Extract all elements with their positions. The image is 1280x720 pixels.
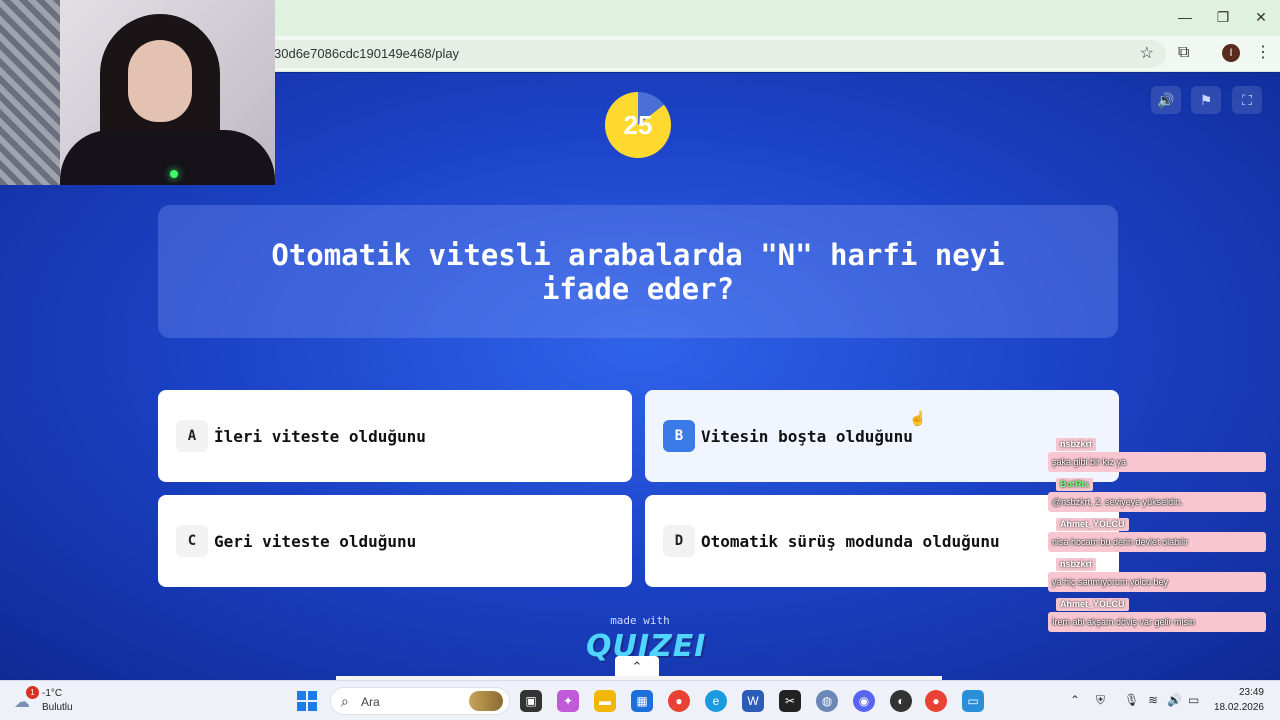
answer-letter: B bbox=[663, 420, 695, 452]
answer-text: İleri viteste olduğunu bbox=[214, 426, 426, 446]
chat-message: Ahmet_YOLCU İrem abi akşam döviş var gel… bbox=[1048, 598, 1268, 638]
chrome-icon[interactable]: ● bbox=[668, 690, 690, 712]
battery-icon[interactable]: ▭ bbox=[1188, 693, 1199, 707]
answer-text: Vitesin boşta olduğunu bbox=[701, 426, 913, 446]
webcam-green-light bbox=[170, 170, 178, 178]
countdown-timer: 25 bbox=[605, 92, 671, 158]
clock-date[interactable]: 18.02.2026 bbox=[1214, 702, 1264, 713]
chat-text: @nsbzkrt, 2. seviyeye yükseldin. bbox=[1048, 492, 1266, 512]
windows-start-icon[interactable] bbox=[297, 691, 317, 711]
search-icon: ⌕ bbox=[341, 693, 349, 709]
webcam-person-face bbox=[128, 40, 192, 122]
hand-cursor-icon: ☝ bbox=[909, 410, 927, 426]
chat-text: ya hiç sanmıyorum yolcu bey bbox=[1048, 572, 1266, 592]
chevron-up-icon[interactable]: ⌃ bbox=[615, 656, 659, 678]
file-explorer-icon[interactable]: ▬ bbox=[594, 690, 616, 712]
chat-message: BotRix @nsbzkrt, 2. seviyeye yükseldin. bbox=[1048, 478, 1268, 518]
window-controls: — ❐ ✕ bbox=[1166, 0, 1280, 34]
sound-icon[interactable]: 🔊 bbox=[1151, 86, 1181, 114]
chat-username: Ahmet_YOLCU bbox=[1056, 598, 1129, 611]
taskbar: ☁ 1 -1°C Bulutlu ⌕ Ara ▣ ✦ ▬ ▦ ● e W ✂ ◍… bbox=[0, 680, 1280, 720]
chat-username: Ahmet_YOLCU bbox=[1056, 518, 1129, 531]
chat-message: nsbzkrt ya hiç sanmıyorum yolcu bey bbox=[1048, 558, 1268, 598]
notification-badge: 1 bbox=[26, 686, 39, 699]
fullscreen-icon[interactable]: ⛶ bbox=[1232, 86, 1262, 114]
chat-message: Ahmet_YOLCU nisa hocam bu derin devlet o… bbox=[1048, 518, 1268, 558]
webcam-background bbox=[0, 0, 60, 185]
weather-temperature: -1°C bbox=[42, 688, 63, 699]
answer-option-a[interactable]: A İleri viteste olduğunu bbox=[158, 390, 632, 482]
store-icon[interactable]: ▦ bbox=[631, 690, 653, 712]
restore-button[interactable]: ❐ bbox=[1204, 0, 1242, 34]
answer-text: Geri viteste olduğunu bbox=[214, 531, 417, 551]
timer-value: 25 bbox=[623, 109, 653, 140]
edge-icon[interactable]: e bbox=[705, 690, 727, 712]
copilot-icon[interactable]: ✦ bbox=[557, 690, 579, 712]
extensions-icon[interactable]: ⧉ bbox=[1178, 44, 1189, 62]
answer-letter: C bbox=[176, 525, 208, 557]
report-flag-icon[interactable]: ⚑ bbox=[1191, 86, 1221, 114]
weather-description: Bulutlu bbox=[42, 702, 73, 713]
search-highlight-image bbox=[469, 691, 503, 711]
address-bar[interactable]: 30d6e7086cdc190149e468/play ☆ bbox=[260, 40, 1166, 68]
close-window-button[interactable]: ✕ bbox=[1242, 0, 1280, 34]
microphone-icon[interactable]: 🎙 bbox=[1124, 693, 1139, 707]
chat-username: BotRix bbox=[1056, 478, 1093, 491]
stream-chat: nsbzkrt şaka gibi bir kız ya BotRix @nsb… bbox=[1048, 438, 1268, 638]
search-placeholder: Ara bbox=[361, 695, 380, 709]
chat-text: nisa hocam bu derin devlet olabilir bbox=[1048, 532, 1266, 552]
clock-time[interactable]: 23:49 bbox=[1239, 687, 1264, 698]
chat-username: nsbzkrt bbox=[1056, 438, 1097, 451]
globe-icon[interactable]: ◍ bbox=[816, 690, 838, 712]
question-text: Otomatik vitesli arabalarda "N" harfi ne… bbox=[271, 237, 1005, 306]
chat-username: nsbzkrt bbox=[1056, 558, 1097, 571]
obs-icon[interactable]: ◐ bbox=[890, 690, 912, 712]
wifi-icon[interactable]: ≋ bbox=[1148, 693, 1158, 707]
word-icon[interactable]: W bbox=[742, 690, 764, 712]
bookmark-star-icon[interactable]: ☆ bbox=[1140, 43, 1154, 63]
webcam-overlay bbox=[0, 0, 275, 185]
discord-icon[interactable]: ◉ bbox=[853, 690, 875, 712]
profile-avatar[interactable]: I bbox=[1222, 44, 1240, 62]
task-view-icon[interactable]: ▣ bbox=[520, 690, 542, 712]
chat-text: şaka gibi bir kız ya bbox=[1048, 452, 1266, 472]
volume-icon[interactable]: 🔊 bbox=[1167, 693, 1182, 707]
chrome-active-icon[interactable]: ● bbox=[925, 690, 947, 712]
answer-letter: D bbox=[663, 525, 695, 557]
taskbar-search[interactable]: ⌕ Ara bbox=[330, 687, 510, 715]
minimize-button[interactable]: — bbox=[1166, 0, 1204, 34]
tray-chevron-up-icon[interactable]: ⌃ bbox=[1070, 693, 1080, 707]
browser-menu-icon[interactable]: ⋮ bbox=[1255, 42, 1271, 62]
answer-text: Otomatik sürüş modunda olduğunu bbox=[701, 531, 1000, 551]
answer-letter: A bbox=[176, 420, 208, 452]
app-window-icon[interactable]: ▭ bbox=[962, 690, 984, 712]
weather-widget[interactable]: ☁ 1 -1°C Bulutlu bbox=[14, 686, 104, 716]
capcut-icon[interactable]: ✂ bbox=[779, 690, 801, 712]
url-text: 30d6e7086cdc190149e468/play bbox=[274, 46, 460, 61]
question-card: Otomatik vitesli arabalarda "N" harfi ne… bbox=[158, 205, 1118, 338]
network-security-icon[interactable]: ⛨ bbox=[1096, 693, 1105, 708]
answer-option-c[interactable]: C Geri viteste olduğunu bbox=[158, 495, 632, 587]
chat-text: İrem abi akşam döviş var gelir misin bbox=[1048, 612, 1266, 632]
webcam-person-body bbox=[60, 130, 275, 185]
chat-message: nsbzkrt şaka gibi bir kız ya bbox=[1048, 438, 1268, 478]
